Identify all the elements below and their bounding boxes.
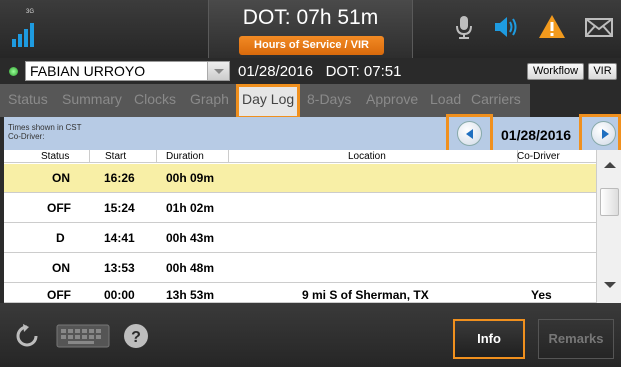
table-row[interactable]: OFF 15:24 01h 02m — [4, 194, 596, 223]
vir-button[interactable]: VIR — [588, 63, 617, 80]
refresh-icon[interactable] — [14, 323, 40, 349]
signal-label: 3G — [26, 9, 35, 15]
tab-summary[interactable]: Summary — [62, 91, 122, 107]
tab-bar: Status Summary Clocks Graph Day Log 8-Da… — [0, 84, 621, 119]
dot-time-title: DOT: 07h 51m — [242, 6, 379, 29]
header-duration: Duration — [166, 151, 204, 162]
tab-graph[interactable]: Graph — [190, 91, 229, 107]
speaker-icon[interactable] — [492, 13, 520, 41]
online-status-indicator — [9, 67, 18, 76]
table-row[interactable]: ON 13:53 00h 48m — [4, 254, 596, 283]
cell-duration: 01h 02m — [166, 201, 215, 215]
cell-start: 15:24 — [104, 201, 135, 215]
driver-name: FABIAN URROYO — [30, 63, 146, 79]
current-log-date: 01/28/2016 — [501, 127, 572, 143]
header-status: Status — [41, 151, 70, 162]
tab-carriers[interactable]: Carriers — [471, 91, 521, 107]
help-icon[interactable]: ? — [123, 323, 149, 349]
svg-text:?: ? — [131, 329, 141, 346]
info-button[interactable]: Info — [453, 319, 525, 359]
tab-approve[interactable]: Approve — [366, 91, 418, 107]
cell-start: 16:26 — [104, 171, 135, 185]
tab-load[interactable]: Load — [430, 91, 461, 107]
previous-day-button[interactable] — [457, 121, 482, 146]
scroll-down-icon[interactable] — [604, 282, 616, 288]
table-row[interactable]: OFF 00:00 13h 53m 9 mi S of Sherman, TX … — [4, 284, 596, 303]
cell-status: OFF — [47, 201, 71, 215]
table-row[interactable]: ON 16:26 00h 09m — [4, 164, 596, 193]
header-location: Location — [348, 151, 386, 162]
mail-icon[interactable] — [584, 13, 614, 41]
cell-duration: 00h 43m — [166, 231, 215, 245]
day-log-panel: Times shown in CST Co-Driver: 01/28/2016… — [4, 114, 621, 303]
driver-row: FABIAN URROYO 01/28/2016 DOT: 07:51 Work… — [0, 58, 621, 84]
keyboard-icon[interactable] — [56, 323, 110, 349]
timezone-note: Times shown in CST — [8, 123, 82, 132]
workflow-button[interactable]: Workflow — [527, 63, 584, 80]
cell-co-driver: Yes — [531, 288, 552, 302]
cell-duration: 13h 53m — [166, 288, 215, 302]
cell-status: ON — [52, 261, 70, 275]
co-driver-note: Co-Driver: — [8, 132, 45, 141]
header-start: Start — [105, 151, 127, 162]
table-scrollbar[interactable] — [596, 150, 621, 303]
bottom-bar: ? Info Remarks — [0, 303, 621, 367]
cell-start: 00:00 — [104, 288, 135, 302]
day-log-info-bar: Times shown in CST Co-Driver: 01/28/2016 — [4, 114, 621, 154]
dot-clock-panel: DOT: 07h 51m Hours of Service / VIR — [208, 0, 413, 58]
cell-status: ON — [52, 171, 70, 185]
tab-status[interactable]: Status — [8, 91, 48, 107]
table-header: Status Start Duration Location Co-Driver — [4, 150, 596, 163]
scroll-up-icon[interactable] — [604, 162, 616, 168]
signal-icon: 3G — [9, 9, 49, 49]
driver-select[interactable]: FABIAN URROYO — [25, 61, 230, 81]
chevron-down-icon[interactable] — [207, 62, 229, 80]
microphone-icon[interactable] — [450, 13, 478, 41]
tab-clocks[interactable]: Clocks — [134, 91, 176, 107]
table-row[interactable]: D 14:41 00h 43m — [4, 224, 596, 253]
tab-day-log[interactable]: Day Log — [235, 84, 301, 119]
cell-location: 9 mi S of Sherman, TX — [302, 288, 429, 302]
warning-icon[interactable] — [538, 13, 566, 41]
date-dot-readout: 01/28/2016 DOT: 07:51 — [238, 63, 402, 80]
cell-status: D — [56, 231, 65, 245]
cell-start: 14:41 — [104, 231, 135, 245]
tab-8-days[interactable]: 8-Days — [307, 91, 351, 107]
scroll-thumb[interactable] — [600, 188, 619, 216]
hours-of-service-button[interactable]: Hours of Service / VIR — [239, 36, 384, 55]
cell-duration: 00h 48m — [166, 261, 215, 275]
next-day-button[interactable] — [591, 121, 616, 146]
cell-duration: 00h 09m — [166, 171, 215, 185]
top-bar: 3G DOT: 07h 51m Hours of Service / VIR — [0, 0, 621, 58]
cell-status: OFF — [47, 288, 71, 302]
header-co-driver: Co-Driver — [517, 151, 560, 162]
cell-start: 13:53 — [104, 261, 135, 275]
remarks-button[interactable]: Remarks — [538, 319, 614, 359]
